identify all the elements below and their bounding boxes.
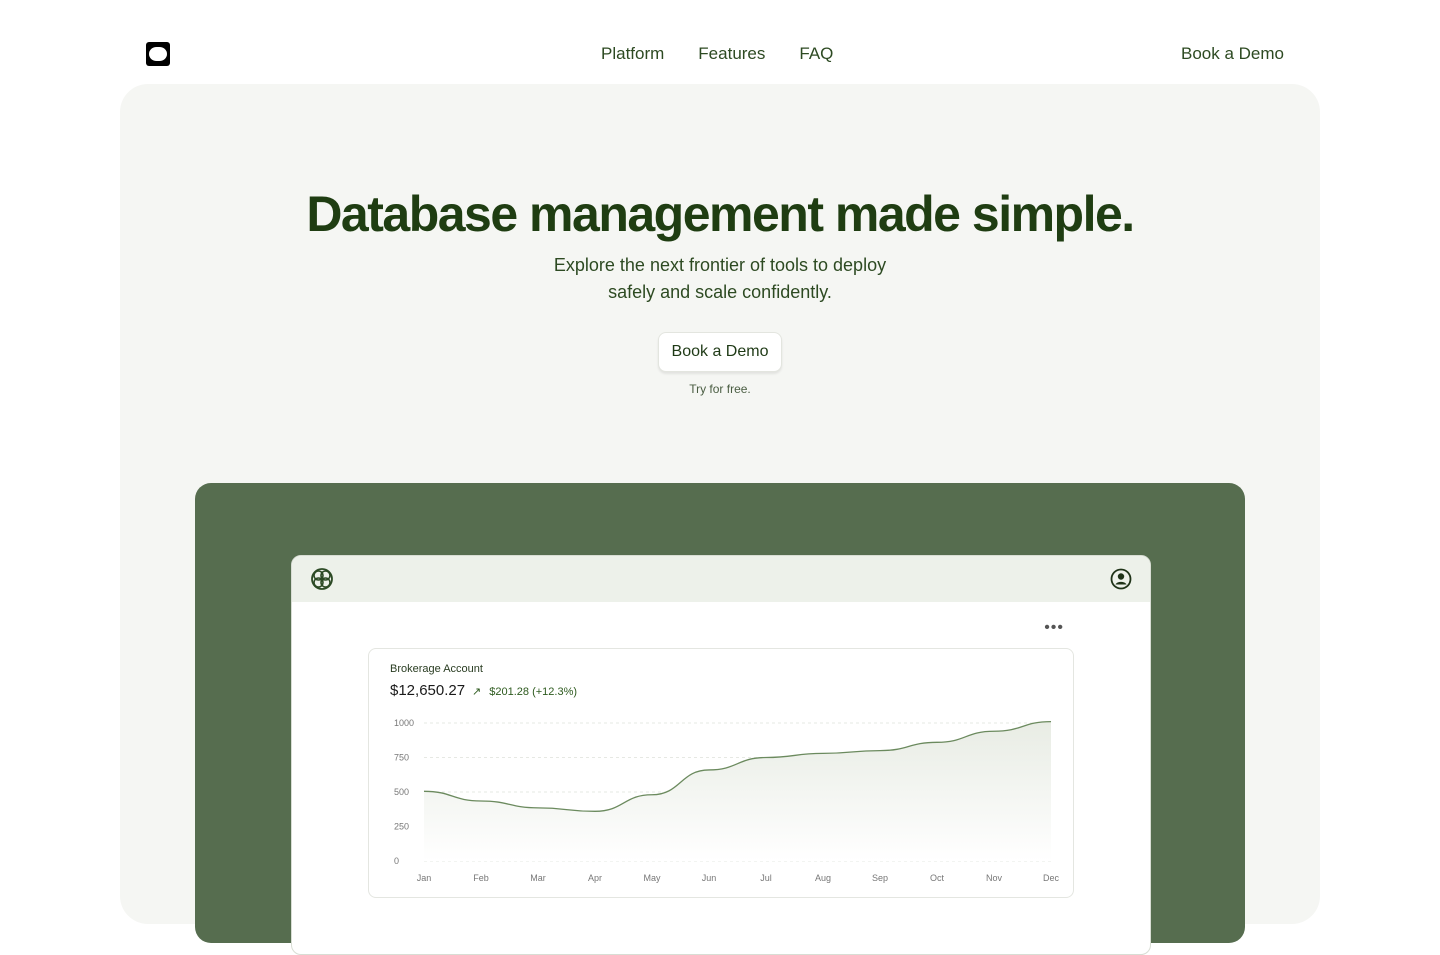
x-tick-label: Sep bbox=[872, 873, 888, 883]
hero-subtitle: Explore the next frontier of tools to de… bbox=[120, 252, 1320, 306]
card-title: Brokerage Account bbox=[390, 663, 483, 675]
hero-subtitle-line-1: Explore the next frontier of tools to de… bbox=[120, 252, 1320, 279]
x-tick-label: Jan bbox=[417, 873, 432, 883]
hero-title: Database management made simple. bbox=[120, 184, 1320, 244]
x-tick-label: Jul bbox=[760, 873, 772, 883]
arrow-up-right-icon: ↗ bbox=[472, 686, 481, 698]
nav-link-platform[interactable]: Platform bbox=[601, 44, 664, 64]
account-balance: $12,650.27 bbox=[390, 682, 465, 699]
nav-link-features[interactable]: Features bbox=[698, 44, 765, 64]
nav-links: Platform Features FAQ bbox=[601, 44, 833, 64]
app-logo-icon[interactable] bbox=[310, 567, 334, 591]
more-options-icon[interactable]: ••• bbox=[1044, 622, 1064, 634]
app-preview-window: ••• Brokerage Account $12,650.27 ↗ $201.… bbox=[291, 555, 1151, 955]
try-free-note: Try for free. bbox=[120, 382, 1320, 396]
top-nav: Platform Features FAQ Book a Demo bbox=[0, 0, 1440, 84]
brokerage-account-card: Brokerage Account $12,650.27 ↗ $201.28 (… bbox=[368, 648, 1074, 898]
y-tick-label: 1000 bbox=[394, 718, 414, 728]
brand-logo-icon[interactable] bbox=[146, 42, 170, 66]
y-tick-label: 750 bbox=[394, 753, 409, 763]
x-tick-label: Apr bbox=[588, 873, 602, 883]
x-tick-label: Jun bbox=[702, 873, 717, 883]
balance-change-value: $201.28 (+12.3%) bbox=[489, 686, 577, 698]
chart-area-fill bbox=[424, 722, 1051, 861]
x-tick-label: May bbox=[643, 873, 661, 883]
y-tick-label: 0 bbox=[394, 856, 399, 866]
x-tick-label: Aug bbox=[815, 873, 831, 883]
y-tick-label: 500 bbox=[394, 787, 409, 797]
hero-subtitle-line-2: safely and scale confidently. bbox=[120, 279, 1320, 306]
x-tick-label: Nov bbox=[986, 873, 1003, 883]
product-showcase: ••• Brokerage Account $12,650.27 ↗ $201.… bbox=[195, 483, 1245, 943]
y-tick-label: 250 bbox=[394, 822, 409, 832]
balance-chart: 0 250 500 750 1000 Jan Feb Mar Apr May Jun Jul Aug Se… bbox=[369, 709, 1075, 894]
book-demo-button[interactable]: Book a Demo bbox=[658, 332, 782, 372]
app-header bbox=[292, 556, 1151, 602]
x-tick-label: Feb bbox=[473, 873, 489, 883]
nav-book-demo-link[interactable]: Book a Demo bbox=[1181, 44, 1284, 64]
balance-change: ↗ $201.28 (+12.3%) bbox=[472, 685, 577, 698]
user-avatar-icon[interactable] bbox=[1110, 568, 1132, 590]
x-tick-label: Oct bbox=[930, 873, 945, 883]
x-tick-label: Mar bbox=[530, 873, 546, 883]
hero-section: Database management made simple. Explore… bbox=[120, 84, 1320, 924]
x-tick-label: Dec bbox=[1043, 873, 1060, 883]
nav-link-faq[interactable]: FAQ bbox=[799, 44, 833, 64]
